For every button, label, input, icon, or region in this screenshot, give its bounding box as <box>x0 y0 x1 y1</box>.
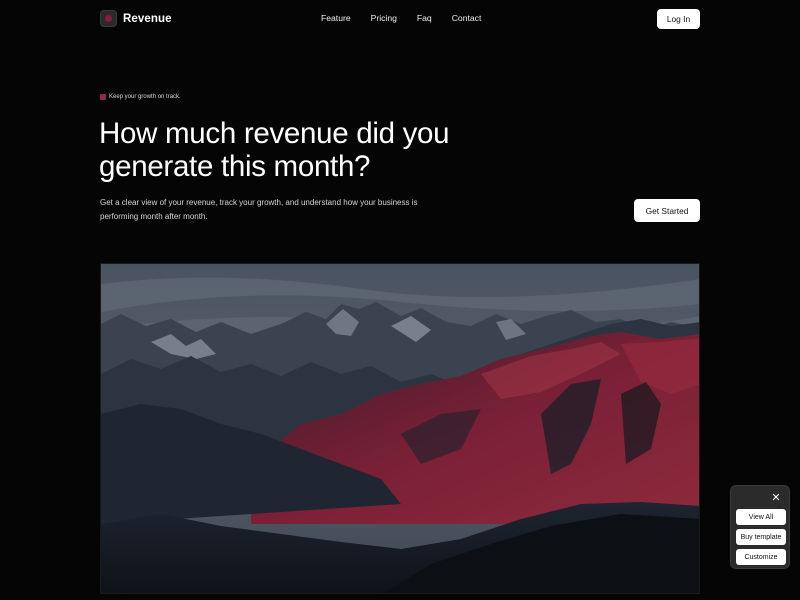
nav-links: Feature Pricing Faq Contact <box>321 13 481 23</box>
template-panel: ✕ View All Buy template Customize <box>730 485 790 569</box>
tagline-text: Keep your growth on track. <box>109 94 181 100</box>
nav-link-feature[interactable]: Feature <box>321 13 351 23</box>
headline-line-1: How much revenue did you <box>99 117 450 150</box>
headline-line-2: generate this month? <box>99 150 371 183</box>
hero-subtext: Get a clear view of your revenue, track … <box>100 198 418 221</box>
top-nav: Revenue Feature Pricing Faq Contact Log … <box>0 0 800 38</box>
tagline: Keep your growth on track. <box>100 94 181 100</box>
close-icon[interactable]: ✕ <box>769 491 783 505</box>
get-started-button[interactable]: Get Started <box>634 199 700 222</box>
hero-mountain-image <box>100 263 700 594</box>
login-button[interactable]: Log In <box>657 9 700 29</box>
customize-button[interactable]: Customize <box>736 549 786 565</box>
nav-link-contact[interactable]: Contact <box>452 13 482 23</box>
brand-name: Revenue <box>123 12 172 25</box>
nav-link-pricing[interactable]: Pricing <box>371 13 397 23</box>
view-all-button[interactable]: View All <box>736 509 786 525</box>
brand[interactable]: Revenue <box>100 10 172 27</box>
tagline-square-icon <box>100 94 106 100</box>
page-title: How much revenue did you generate this m… <box>99 117 499 183</box>
landing-page: Revenue Feature Pricing Faq Contact Log … <box>0 0 800 600</box>
logo-icon <box>100 10 117 27</box>
nav-link-faq[interactable]: Faq <box>417 13 432 23</box>
logo-dot <box>105 15 112 22</box>
buy-template-button[interactable]: Buy template <box>736 529 786 545</box>
